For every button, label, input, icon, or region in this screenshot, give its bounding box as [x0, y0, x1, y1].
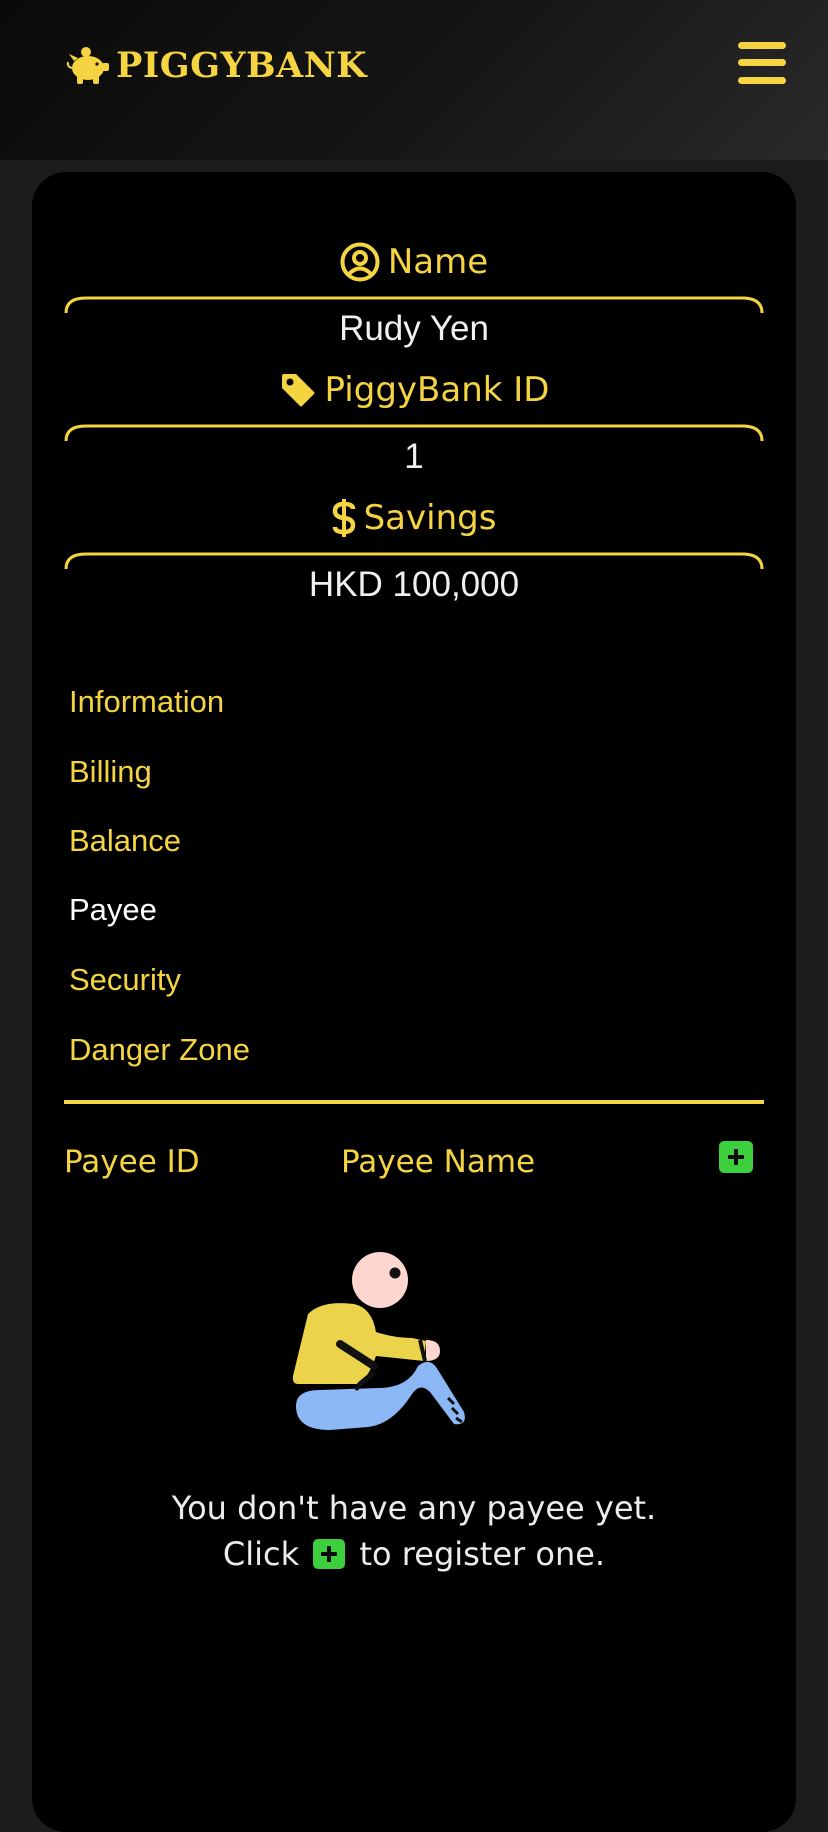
payee-id-column-header: Payee ID — [64, 1144, 200, 1180]
tab-balance[interactable]: Balance — [69, 819, 181, 863]
payee-name-column-header: Payee Name — [341, 1144, 536, 1180]
piggybank-id-value: 1 — [404, 437, 424, 476]
savings-label: Savings — [363, 498, 497, 538]
piggy-bank-icon — [66, 47, 109, 84]
empty-state-message: You don't have any payee yet. — [171, 1489, 657, 1527]
tag-icon — [281, 374, 315, 407]
hint-text-after: to register one. — [359, 1535, 606, 1573]
id-label-row: PiggyBank ID — [32, 366, 796, 414]
hint-text-before: Click — [222, 1535, 300, 1573]
empty-state-hint: Click to register one. — [32, 1531, 796, 1577]
name-label-row: Name — [32, 238, 796, 286]
tab-billing[interactable]: Billing — [69, 750, 152, 794]
tab-payee[interactable]: Payee — [69, 888, 157, 932]
tab-danger-zone[interactable]: Danger Zone — [69, 1028, 250, 1072]
empty-state-illustration — [292, 1252, 465, 1430]
add-payee-button[interactable] — [719, 1141, 753, 1173]
piggybank-id-label: PiggyBank ID — [324, 370, 550, 410]
hamburger-menu-icon[interactable] — [738, 42, 786, 84]
savings-label-row: Savings — [32, 494, 796, 542]
brand-logo[interactable]: PIGGYBANK — [66, 40, 367, 90]
dollar-icon — [332, 499, 355, 537]
plus-icon — [313, 1539, 346, 1569]
brand-name: PIGGYBANK — [116, 44, 368, 86]
tab-information[interactable]: Information — [69, 680, 224, 724]
tab-security[interactable]: Security — [69, 958, 181, 1002]
account-card: Name Rudy Yen PiggyBank ID 1 Savings HKD… — [32, 172, 796, 1832]
savings-value: HKD 100,000 — [308, 565, 520, 604]
name-label: Name — [387, 242, 489, 282]
user-circle-icon — [340, 242, 380, 282]
tabs-divider — [64, 1100, 764, 1104]
app-header: PIGGYBANK — [0, 0, 828, 160]
name-value: Rudy Yen — [339, 309, 489, 348]
